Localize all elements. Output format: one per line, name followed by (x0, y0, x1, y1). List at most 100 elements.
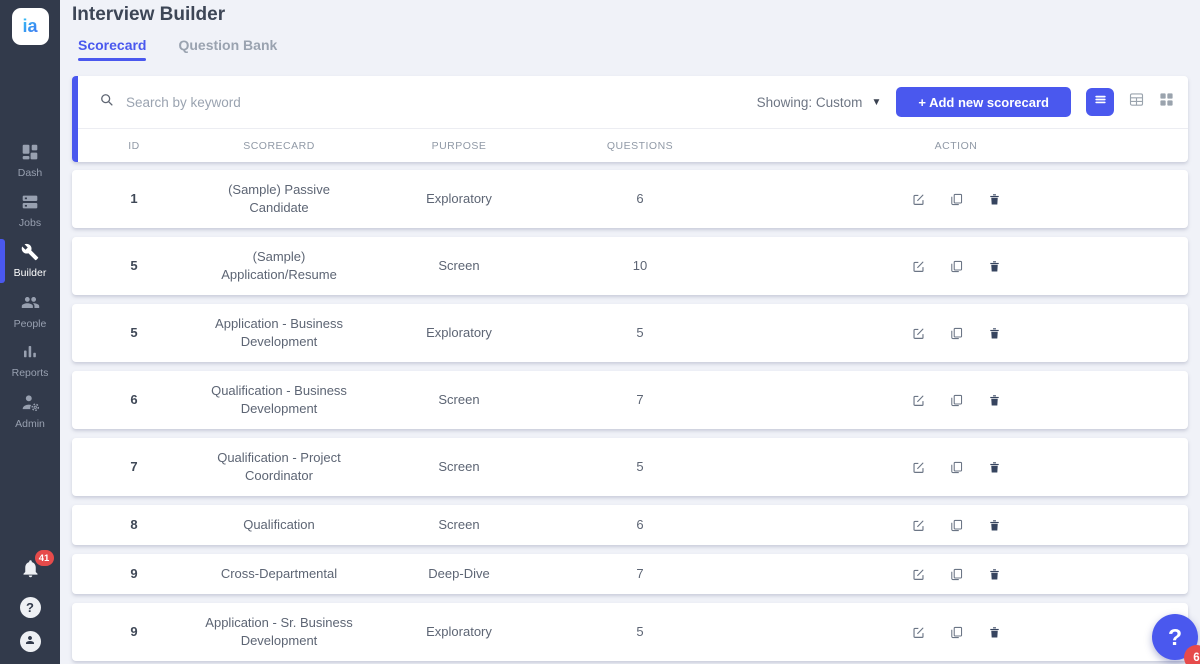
table-row: 6Qualification - Business DevelopmentScr… (72, 371, 1188, 429)
row-scorecard-name: Qualification (196, 516, 362, 534)
sidebar-item-builder[interactable]: Builder (0, 241, 60, 281)
row-id: 1 (72, 190, 196, 208)
notifications-button[interactable]: 41 (20, 558, 41, 584)
delete-icon[interactable] (988, 568, 1001, 581)
copy-icon[interactable] (950, 394, 963, 407)
sidebar-item-dash[interactable]: Dash (0, 141, 60, 181)
add-new-scorecard-button[interactable]: + Add new scorecard (896, 87, 1071, 117)
help-icon[interactable]: ? (20, 597, 41, 618)
edit-icon[interactable] (912, 260, 925, 273)
sidebar-item-jobs[interactable]: Jobs (0, 191, 60, 231)
row-questions: 7 (556, 565, 724, 583)
view-toggle-group (1086, 88, 1174, 116)
row-purpose: Exploratory (362, 623, 556, 641)
row-actions (724, 394, 1188, 407)
sidebar-item-label: Jobs (19, 217, 41, 229)
grid-view-button[interactable] (1159, 92, 1174, 112)
row-id: 6 (72, 391, 196, 409)
app-window: ia Dash Jobs Builder (0, 0, 1200, 664)
row-scorecard-name: (Sample) Passive Candidate (196, 181, 362, 217)
sidebar-item-admin[interactable]: Admin (0, 391, 60, 431)
row-actions (724, 260, 1188, 273)
tab-bar: Scorecard Question Bank (78, 37, 277, 61)
showing-filter-label: Showing: Custom (757, 95, 863, 110)
row-questions: 7 (556, 391, 724, 409)
page-title: Interview Builder (72, 4, 225, 26)
table-row: 9Cross-DepartmentalDeep-Dive7 (72, 554, 1188, 594)
delete-icon[interactable] (988, 626, 1001, 639)
row-questions: 5 (556, 324, 724, 342)
list-view-button[interactable] (1086, 88, 1114, 116)
tab-question-bank[interactable]: Question Bank (178, 37, 277, 61)
column-header-action: ACTION (724, 140, 1188, 152)
table-row: 5 Application - Business DevelopmentExplo… (72, 304, 1188, 362)
row-questions: 5 (556, 458, 724, 476)
copy-icon[interactable] (950, 626, 963, 639)
sidebar-item-reports[interactable]: Reports (0, 341, 60, 381)
delete-icon[interactable] (988, 260, 1001, 273)
delete-icon[interactable] (988, 394, 1001, 407)
row-scorecard-name: Application - Business Development (196, 315, 362, 351)
caret-down-icon: ▼ (871, 97, 881, 108)
row-purpose: Exploratory (362, 324, 556, 342)
people-icon (21, 293, 40, 315)
search-input[interactable] (126, 95, 426, 110)
account-button[interactable] (20, 631, 41, 652)
row-purpose: Screen (362, 257, 556, 275)
showing-filter-dropdown[interactable]: Showing: Custom ▼ (757, 95, 882, 110)
row-actions (724, 327, 1188, 340)
edit-icon[interactable] (912, 327, 925, 340)
sidebar-item-label: Builder (14, 267, 47, 279)
edit-icon[interactable] (912, 394, 925, 407)
column-header-id: ID (72, 140, 196, 152)
row-questions: 10 (556, 257, 724, 275)
sidebar-item-label: Reports (12, 367, 49, 379)
copy-icon[interactable] (950, 327, 963, 340)
sidebar-item-label: Admin (15, 418, 45, 430)
row-questions: 6 (556, 516, 724, 534)
table-row: 5(Sample) Application/ResumeScreen10 (72, 237, 1188, 295)
row-scorecard-name: (Sample) Application/Resume (196, 248, 362, 284)
table-row: 8QualificationScreen6 (72, 505, 1188, 545)
row-id: 8 (72, 516, 196, 534)
copy-icon[interactable] (950, 193, 963, 206)
grid-view-icon (1159, 92, 1174, 112)
row-id: 9 (72, 623, 196, 641)
toolbar: Showing: Custom ▼ + Add new scorecard (72, 76, 1188, 128)
user-icon (24, 634, 36, 649)
row-id: 9 (72, 565, 196, 583)
edit-icon[interactable] (912, 193, 925, 206)
toolbar-right: Showing: Custom ▼ + Add new scorecard (757, 87, 1174, 117)
bar-chart-icon (21, 343, 39, 364)
tab-scorecard[interactable]: Scorecard (78, 37, 146, 61)
edit-icon[interactable] (912, 461, 925, 474)
copy-icon[interactable] (950, 461, 963, 474)
row-scorecard-name: Cross-Departmental (196, 565, 362, 583)
row-scorecard-name: Qualification - Business Development (196, 382, 362, 418)
copy-icon[interactable] (950, 260, 963, 273)
row-purpose: Screen (362, 516, 556, 534)
app-logo[interactable]: ia (12, 8, 49, 45)
copy-icon[interactable] (950, 568, 963, 581)
row-questions: 6 (556, 190, 724, 208)
row-scorecard-name: Qualification - Project Coordinator (196, 449, 362, 485)
main-content: Interview Builder Scorecard Question Ban… (60, 0, 1200, 664)
sidebar-nav: Dash Jobs Builder People (0, 141, 60, 431)
column-header-scorecard: SCORECARD (196, 140, 362, 152)
copy-icon[interactable] (950, 519, 963, 532)
edit-icon[interactable] (912, 519, 925, 532)
delete-icon[interactable] (988, 461, 1001, 474)
admin-gear-icon (21, 393, 40, 415)
app-logo-text: ia (22, 16, 37, 37)
table-header-card: Showing: Custom ▼ + Add new scorecard (72, 76, 1188, 162)
sidebar-item-people[interactable]: People (0, 291, 60, 331)
delete-icon[interactable] (988, 327, 1001, 340)
row-purpose: Screen (362, 458, 556, 476)
sidebar-bottom: 41 ? (20, 558, 41, 652)
delete-icon[interactable] (988, 193, 1001, 206)
table-view-button[interactable] (1129, 92, 1144, 112)
delete-icon[interactable] (988, 519, 1001, 532)
list-view-icon (1093, 92, 1108, 112)
edit-icon[interactable] (912, 568, 925, 581)
edit-icon[interactable] (912, 626, 925, 639)
